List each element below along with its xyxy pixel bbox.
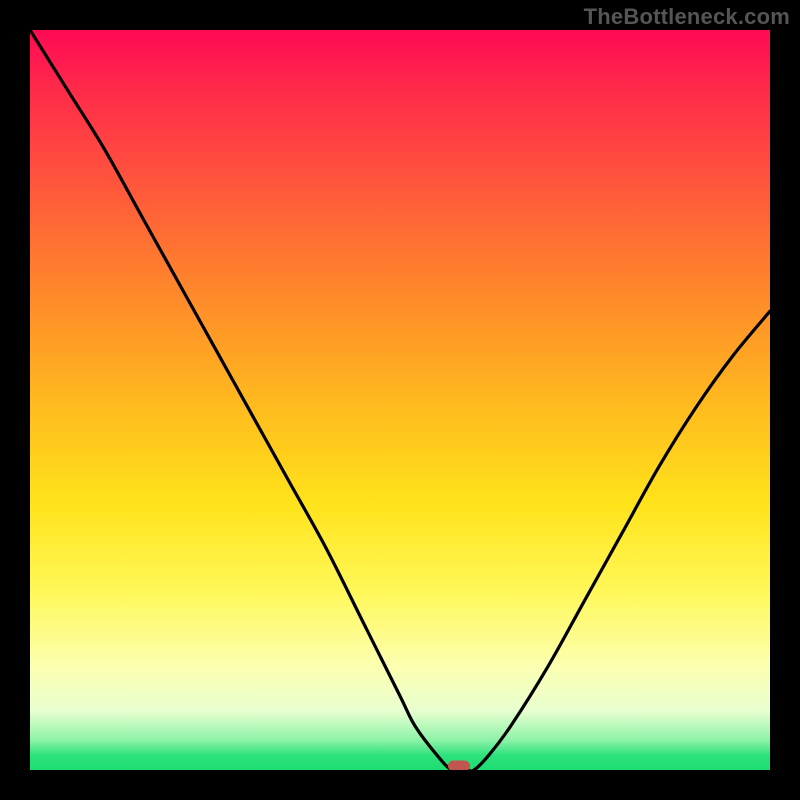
bottleneck-curve	[30, 30, 770, 770]
plot-area	[30, 30, 770, 770]
watermark-text: TheBottleneck.com	[584, 4, 790, 30]
chart-frame: TheBottleneck.com	[0, 0, 800, 800]
trough-marker	[448, 761, 470, 771]
